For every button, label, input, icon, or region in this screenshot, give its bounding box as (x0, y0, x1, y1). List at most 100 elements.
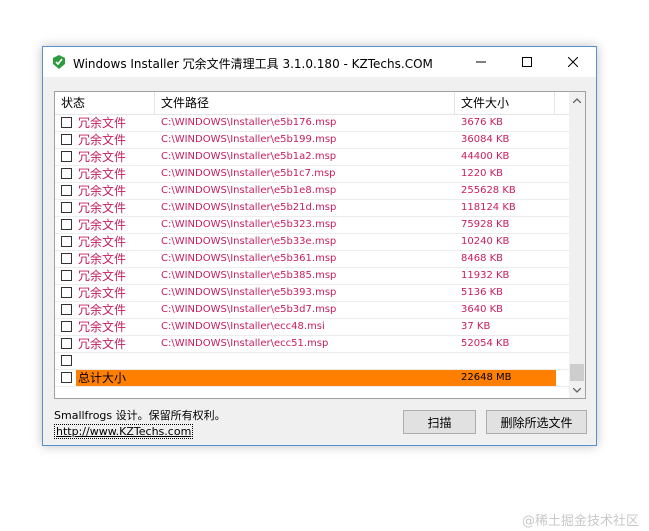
minimize-button[interactable] (458, 47, 504, 77)
row-status: 冗余文件 (78, 269, 127, 283)
row-checkbox[interactable] (61, 185, 72, 196)
row-checkbox[interactable] (61, 168, 72, 179)
title-bar[interactable]: Windows Installer 冗余文件清理工具 3.1.0.180 - K… (43, 47, 596, 77)
row-path: C:\WINDOWS\Installer\e5b361.msp (161, 253, 337, 264)
row-checkbox[interactable] (61, 151, 72, 162)
column-header-status[interactable]: 状态 (55, 92, 155, 114)
row-checkbox[interactable] (61, 219, 72, 230)
app-window: Windows Installer 冗余文件清理工具 3.1.0.180 - K… (42, 46, 597, 446)
file-list[interactable]: 状态 文件路径 文件大小 冗余文件 C:\WINDOWS\Installer\e… (54, 91, 586, 399)
row-path: C:\WINDOWS\Installer\e5b3d7.msp (161, 304, 337, 315)
scroll-down-icon (573, 387, 581, 393)
table-row[interactable]: 冗余文件 C:\WINDOWS\Installer\e5b323.msp 759… (55, 217, 569, 234)
column-header-size[interactable]: 文件大小 (455, 92, 555, 114)
row-checkbox[interactable] (61, 202, 72, 213)
row-checkbox[interactable] (61, 338, 72, 349)
row-path: C:\WINDOWS\Installer\e5b199.msp (161, 134, 337, 145)
row-path: C:\WINDOWS\Installer\e5b323.msp (161, 219, 337, 230)
row-size: 3640 KB (461, 304, 504, 315)
row-status: 冗余文件 (78, 201, 127, 215)
row-path: C:\WINDOWS\Installer\ecc48.msi (161, 321, 325, 332)
row-path: C:\WINDOWS\Installer\e5b1e8.msp (161, 185, 337, 196)
table-row[interactable]: 冗余文件 C:\WINDOWS\Installer\e5b393.msp 513… (55, 285, 569, 302)
row-checkbox[interactable] (61, 236, 72, 247)
row-path: C:\WINDOWS\Installer\e5b1c7.msp (161, 168, 336, 179)
watermark: @稀土掘金技术社区 (522, 514, 640, 529)
row-status: 冗余文件 (78, 320, 127, 334)
row-size: 118124 KB (461, 202, 516, 213)
app-icon (53, 55, 65, 69)
row-size: 255628 KB (461, 185, 516, 196)
row-checkbox[interactable] (61, 304, 72, 315)
list-rows: 冗余文件 C:\WINDOWS\Installer\e5b176.msp 367… (55, 115, 569, 387)
row-path: C:\WINDOWS\Installer\e5b33e.msp (161, 236, 337, 247)
row-checkbox[interactable] (61, 253, 72, 264)
scroll-down-button[interactable] (569, 382, 585, 398)
row-size: 8468 KB (461, 253, 504, 264)
table-row[interactable]: 冗余文件 C:\WINDOWS\Installer\e5b361.msp 846… (55, 251, 569, 268)
row-status: 冗余文件 (78, 150, 127, 164)
maximize-button[interactable] (504, 47, 550, 77)
row-size: 1220 KB (461, 168, 504, 179)
row-status: 冗余文件 (78, 235, 127, 249)
row-checkbox[interactable] (61, 270, 72, 281)
scan-button[interactable]: 扫描 (403, 410, 476, 434)
row-size: 44400 KB (461, 151, 510, 162)
column-header-path[interactable]: 文件路径 (155, 92, 455, 114)
row-status: 冗余文件 (78, 167, 127, 181)
row-checkbox[interactable] (61, 372, 72, 383)
row-size: 75928 KB (461, 219, 510, 230)
row-status: 冗余文件 (78, 133, 127, 147)
row-checkbox[interactable] (61, 321, 72, 332)
table-row[interactable]: 冗余文件 C:\WINDOWS\Installer\e5b1c7.msp 122… (55, 166, 569, 183)
row-checkbox[interactable] (61, 117, 72, 128)
table-row[interactable] (55, 353, 569, 370)
row-path: C:\WINDOWS\Installer\e5b176.msp (161, 117, 337, 128)
window-title: Windows Installer 冗余文件清理工具 3.1.0.180 - K… (73, 57, 433, 71)
row-status: 冗余文件 (78, 337, 127, 351)
table-row[interactable]: 冗余文件 C:\WINDOWS\Installer\ecc48.msi 37 K… (55, 319, 569, 336)
row-size: 11932 KB (461, 270, 510, 281)
row-status: 冗余文件 (78, 218, 127, 232)
row-status: 冗余文件 (78, 303, 127, 317)
scroll-thumb[interactable] (570, 364, 584, 381)
table-row[interactable]: 冗余文件 C:\WINDOWS\Installer\e5b21d.msp 118… (55, 200, 569, 217)
close-icon (568, 57, 578, 67)
row-size: 37 KB (461, 321, 491, 332)
close-button[interactable] (550, 47, 596, 77)
row-path: C:\WINDOWS\Installer\e5b385.msp (161, 270, 337, 281)
delete-selected-button[interactable]: 删除所选文件 (486, 410, 587, 434)
table-row[interactable]: 冗余文件 C:\WINDOWS\Installer\e5b33e.msp 102… (55, 234, 569, 251)
row-size: 36084 KB (461, 134, 510, 145)
row-status: 冗余文件 (78, 116, 127, 130)
row-status: 冗余文件 (78, 252, 127, 266)
total-row[interactable]: 总计大小 22648 MB (55, 370, 569, 387)
row-checkbox[interactable] (61, 287, 72, 298)
table-row[interactable]: 冗余文件 C:\WINDOWS\Installer\ecc51.msp 5205… (55, 336, 569, 353)
row-status: 冗余文件 (78, 286, 127, 300)
table-row[interactable]: 冗余文件 C:\WINDOWS\Installer\e5b176.msp 367… (55, 115, 569, 132)
row-size: 10240 KB (461, 236, 510, 247)
row-path: C:\WINDOWS\Installer\e5b1a2.msp (161, 151, 337, 162)
table-row[interactable]: 冗余文件 C:\WINDOWS\Installer\e5b385.msp 119… (55, 268, 569, 285)
row-checkbox[interactable] (61, 355, 72, 366)
row-size: 52054 KB (461, 338, 510, 349)
table-row[interactable]: 冗余文件 C:\WINDOWS\Installer\e5b1a2.msp 444… (55, 149, 569, 166)
total-label: 总计大小 (78, 371, 127, 385)
website-link[interactable]: http://www.KZTechs.com (54, 424, 194, 439)
row-path: C:\WINDOWS\Installer\e5b393.msp (161, 287, 337, 298)
maximize-icon (522, 57, 532, 67)
row-checkbox[interactable] (61, 134, 72, 145)
scroll-up-button[interactable] (569, 92, 585, 108)
row-path: C:\WINDOWS\Installer\e5b21d.msp (161, 202, 337, 213)
table-row[interactable]: 冗余文件 C:\WINDOWS\Installer\e5b1e8.msp 255… (55, 183, 569, 200)
row-status: 冗余文件 (78, 184, 127, 198)
table-row[interactable]: 冗余文件 C:\WINDOWS\Installer\e5b3d7.msp 364… (55, 302, 569, 319)
table-row[interactable]: 冗余文件 C:\WINDOWS\Installer\e5b199.msp 360… (55, 132, 569, 149)
scroll-up-icon (573, 97, 581, 103)
row-path: C:\WINDOWS\Installer\ecc51.msp (161, 338, 329, 349)
copyright-text: Smallfrogs 设计。保留所有权利。 (54, 409, 226, 422)
row-size: 5136 KB (461, 287, 504, 298)
minimize-icon (476, 61, 486, 63)
vertical-scrollbar[interactable] (569, 92, 585, 398)
